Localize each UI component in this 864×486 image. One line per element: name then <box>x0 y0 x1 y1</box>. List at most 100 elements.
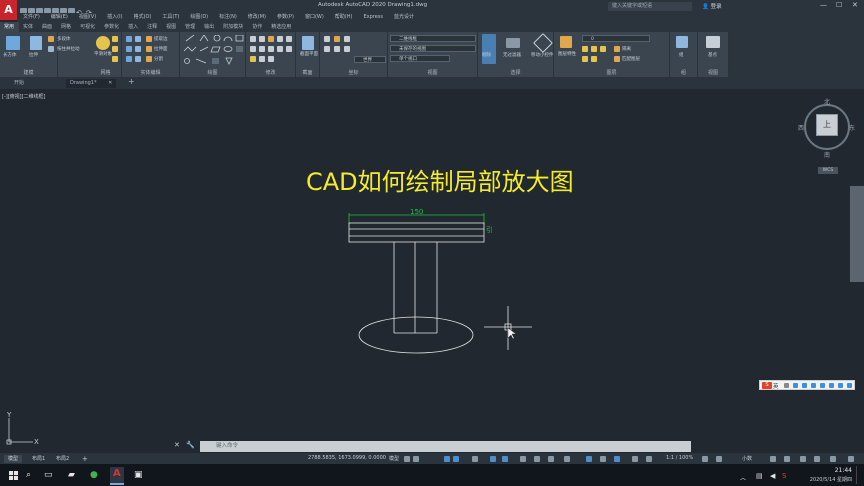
browser-icon[interactable]: ● <box>90 470 98 480</box>
clean-screen-icon[interactable] <box>830 456 836 462</box>
lineweight-icon[interactable] <box>520 456 526 462</box>
tray-ime-icon[interactable]: S <box>782 472 786 480</box>
tray-overflow-icon[interactable]: ︿ <box>740 473 746 482</box>
hardware-acceleration-icon[interactable] <box>814 456 820 462</box>
extrude-face-label[interactable]: 拉伸面 <box>154 46 168 52</box>
quick-properties-icon[interactable] <box>770 456 776 462</box>
task-view-icon[interactable]: ▭ <box>44 470 53 480</box>
tab-addins[interactable]: 附加模块 <box>219 22 248 32</box>
draw-tools-icons[interactable] <box>182 35 246 67</box>
close-button[interactable]: ✕ <box>852 1 858 9</box>
wcs-menu[interactable]: WCS <box>818 167 838 174</box>
menu-help[interactable]: 帮助(H) <box>335 14 353 20</box>
layer-walk-icon[interactable] <box>582 56 588 62</box>
login-link[interactable]: 👤 登录 <box>702 2 722 10</box>
tab-parametric[interactable]: 参数化 <box>100 22 124 32</box>
offset-icon[interactable] <box>286 46 292 52</box>
units-display[interactable]: 小数 <box>742 455 752 462</box>
layer-merge-icon[interactable] <box>591 56 597 62</box>
model-space-toggle[interactable]: 模型 <box>389 455 399 462</box>
tab-layout1[interactable]: 布局1 <box>28 455 49 463</box>
viewcube[interactable]: 上 <box>816 114 838 136</box>
isolate-label[interactable]: 隔离 <box>622 46 631 52</box>
isolate-icon[interactable] <box>614 46 620 52</box>
ucs-world-icon[interactable] <box>334 36 340 42</box>
customization-menu-icon[interactable] <box>848 456 854 462</box>
maximize-button[interactable]: ☐ <box>836 1 842 9</box>
annotation-visibility-icon[interactable] <box>632 456 638 462</box>
layer-freeze-icon[interactable] <box>591 46 597 52</box>
menu-tools[interactable]: 工具(T) <box>162 14 179 20</box>
tray-volume-icon[interactable]: ◀ <box>770 472 775 480</box>
ime-mode[interactable]: 英 <box>773 382 779 390</box>
layer-properties-icon[interactable] <box>560 36 572 48</box>
tab-solid[interactable]: 实体 <box>19 22 38 32</box>
fillet-edge-icon[interactable] <box>135 36 141 42</box>
file-explorer-icon[interactable]: ▰ <box>68 470 75 480</box>
intersect-icon[interactable] <box>126 56 132 62</box>
isolate-objects-icon[interactable] <box>800 456 806 462</box>
menu-format[interactable]: 格式(O) <box>134 14 152 20</box>
tab-insert[interactable]: 插入 <box>124 22 143 32</box>
auto-scale-icon[interactable] <box>646 456 652 462</box>
close-tab-icon[interactable]: ✕ <box>108 80 112 86</box>
slice-icon[interactable] <box>135 56 141 62</box>
ime-toolbox-icon[interactable] <box>838 383 843 388</box>
ime-punct-icon[interactable] <box>793 383 798 388</box>
move-icon[interactable] <box>250 36 256 42</box>
no-filter-icon[interactable] <box>506 38 520 48</box>
mesh-crease-icon[interactable] <box>112 56 118 62</box>
menu-modify[interactable]: 修改(M) <box>248 14 266 20</box>
workspace-gear-icon[interactable] <box>702 456 708 462</box>
autocad-taskbar-button[interactable]: A <box>110 467 124 485</box>
gizmo-icon[interactable] <box>614 456 620 462</box>
menu-express[interactable]: Express <box>363 14 383 20</box>
base-view-icon[interactable] <box>706 36 720 48</box>
transparency-icon[interactable] <box>534 456 540 462</box>
saved-view-dropdown[interactable]: 未保存的视图 <box>390 45 476 52</box>
tray-clock-time[interactable]: 21:44 <box>808 467 852 474</box>
menu-edit[interactable]: 编辑(E) <box>51 14 68 20</box>
separate-label[interactable]: 分割 <box>154 56 163 62</box>
menu-draw[interactable]: 绘图(D) <box>190 14 208 20</box>
menu-insert[interactable]: 插入(I) <box>107 14 122 20</box>
ime-keyboard-icon[interactable] <box>820 383 825 388</box>
snap-icon[interactable] <box>413 456 419 462</box>
camera-app-icon[interactable]: ▣ <box>134 470 143 480</box>
explode-icon[interactable] <box>259 56 265 62</box>
rotate-icon[interactable] <box>259 36 265 42</box>
close-command-icon[interactable]: ✕ <box>174 441 180 449</box>
extract-edges-icon[interactable] <box>146 36 152 42</box>
lock-ui-icon[interactable] <box>784 456 790 462</box>
command-input[interactable]: 键入命令 <box>200 441 691 452</box>
3d-osnap-icon[interactable] <box>564 456 570 462</box>
ucs-dropdown[interactable]: 世界 <box>354 56 386 63</box>
subtract-icon[interactable] <box>126 46 132 52</box>
tab-output[interactable]: 输出 <box>200 22 219 32</box>
tab-collaborate[interactable]: 协作 <box>248 22 267 32</box>
annotation-scale[interactable]: 1:1 / 100% <box>666 455 693 461</box>
selection-cycling-icon[interactable] <box>548 456 554 462</box>
windows-start-icon[interactable] <box>9 471 18 480</box>
object-snap-tracking-icon[interactable] <box>490 456 496 462</box>
culling-icon[interactable] <box>482 34 496 64</box>
layer-off-icon[interactable] <box>582 46 588 52</box>
cursor-coordinates[interactable]: 2788.5835, 1673.0999, 0.0000 <box>308 455 386 461</box>
array-icon[interactable] <box>277 46 283 52</box>
tab-home[interactable]: 常用 <box>0 22 20 32</box>
ucs-face-icon[interactable] <box>344 46 350 52</box>
fillet-icon[interactable] <box>250 46 256 52</box>
ime-moon-icon[interactable] <box>784 383 789 388</box>
section-plane-icon[interactable] <box>302 36 314 50</box>
search-icon[interactable]: ⌕ <box>26 470 31 480</box>
separate-icon[interactable] <box>146 56 152 62</box>
object-snap-icon[interactable] <box>502 456 508 462</box>
match-layer-label[interactable]: 匹配图层 <box>622 56 640 62</box>
mesh-refine-icon[interactable] <box>112 46 118 52</box>
ucs-object-icon[interactable] <box>334 46 340 52</box>
selection-filter-icon[interactable] <box>600 456 606 462</box>
tab-manage[interactable]: 管理 <box>181 22 200 32</box>
ime-mic-icon[interactable] <box>811 383 816 388</box>
compass-east[interactable]: 东 <box>849 123 855 132</box>
visual-style-dropdown[interactable]: 二维线框 <box>390 35 476 42</box>
